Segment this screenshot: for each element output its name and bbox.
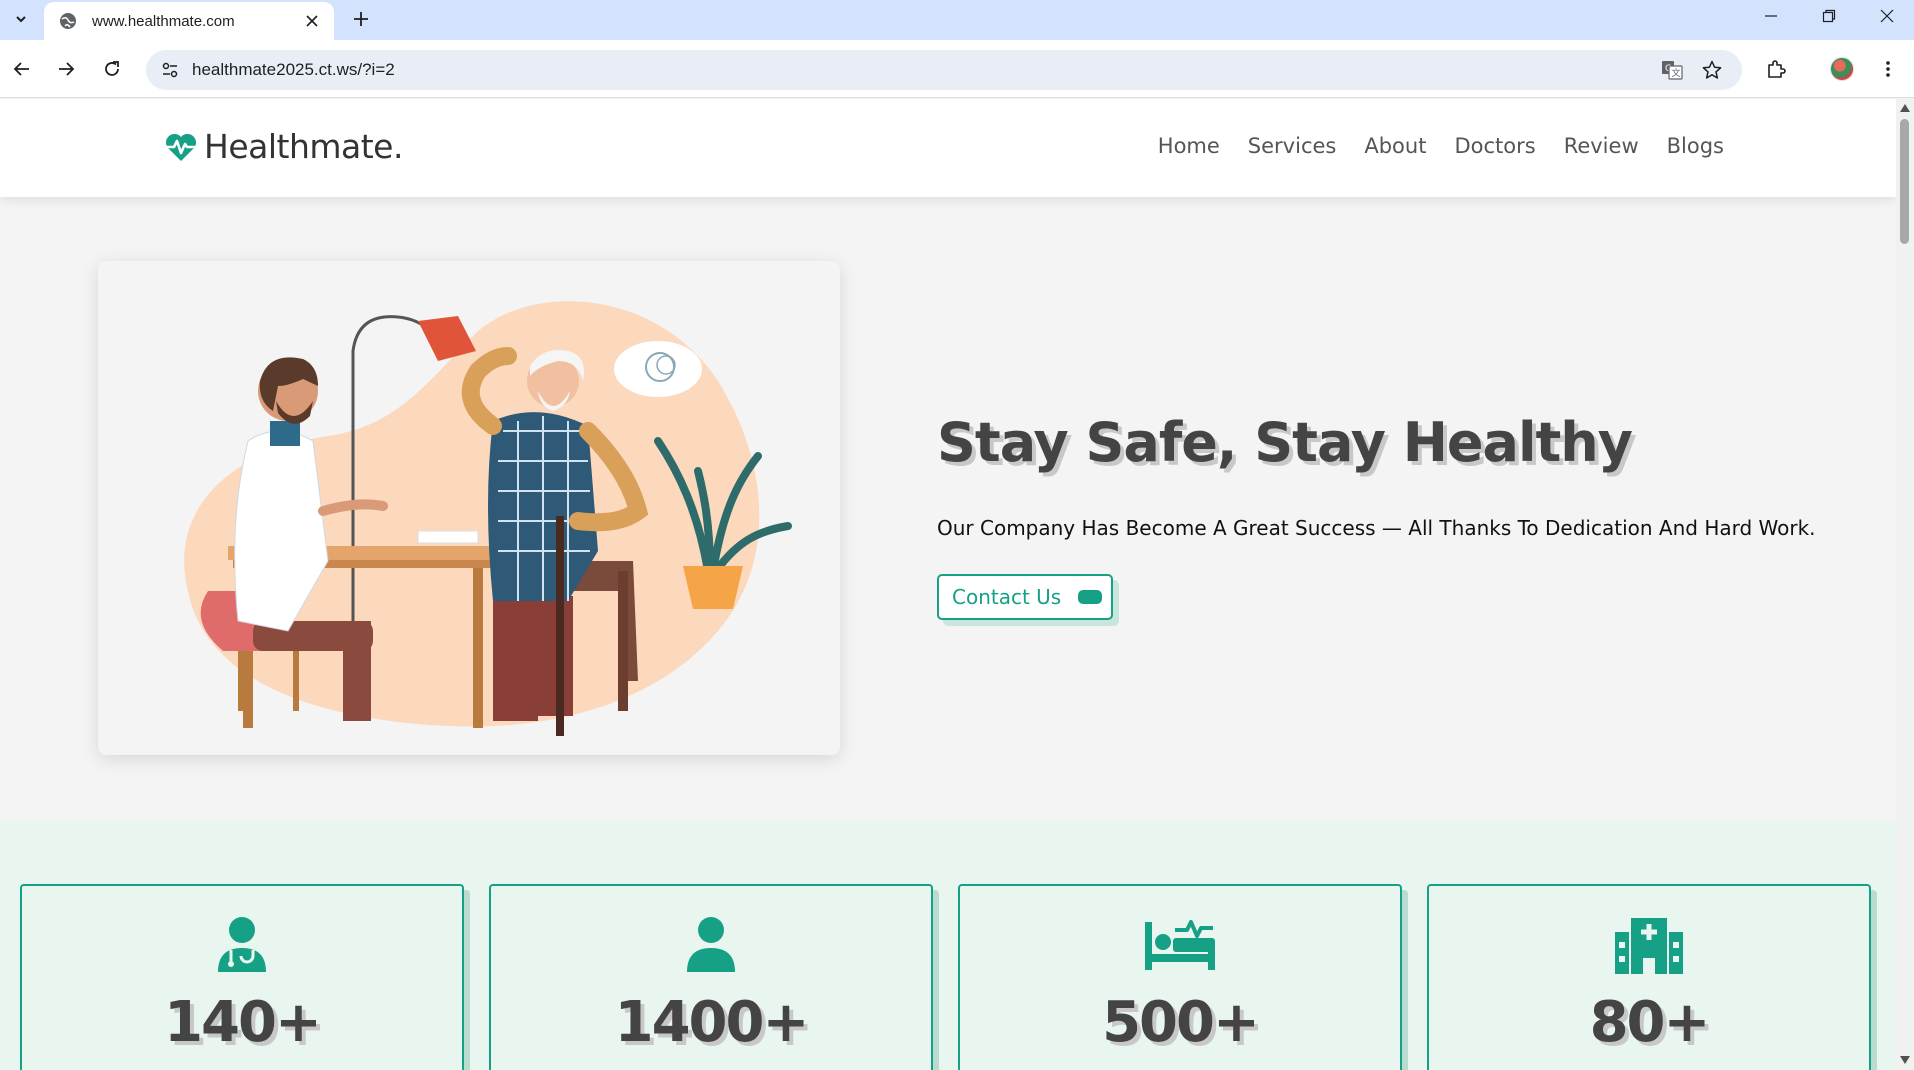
tab-search-icon[interactable] — [6, 4, 36, 34]
hero-subtitle: Our Company Has Become A Great Success —… — [937, 516, 1816, 540]
profile-avatar[interactable] — [1824, 51, 1860, 87]
contact-us-label: Contact Us — [952, 585, 1062, 609]
button-accent-icon — [1078, 590, 1102, 604]
translate-icon[interactable]: G文 — [1658, 56, 1686, 84]
stat-card-doctors: 140+ — [20, 884, 464, 1070]
site-header: Healthmate. Home Services About Doctors … — [0, 99, 1896, 197]
main-nav: Home Services About Doctors Review Blogs — [1158, 134, 1724, 158]
heartbeat-icon — [165, 133, 197, 161]
star-icon[interactable] — [1698, 56, 1726, 84]
minimize-icon[interactable] — [1748, 0, 1794, 32]
window-close-icon[interactable] — [1864, 0, 1910, 32]
restore-icon[interactable] — [1806, 0, 1852, 32]
scrollbar-thumb[interactable] — [1900, 119, 1909, 244]
stat-card-beds: 500+ — [958, 884, 1402, 1070]
kebab-menu-icon[interactable] — [1870, 51, 1906, 87]
forward-icon[interactable] — [48, 51, 84, 87]
stat-value: 80+ — [1589, 990, 1711, 1055]
stat-value: 500+ — [1102, 990, 1260, 1055]
back-icon[interactable] — [4, 51, 40, 87]
contact-us-button[interactable]: Contact Us — [937, 574, 1113, 620]
stats-section: 140+ 1400+ 500+ 80+ — [0, 820, 1896, 1070]
doctor-consultation-illustration — [184, 301, 792, 736]
nav-blogs[interactable]: Blogs — [1667, 134, 1724, 158]
plus-icon[interactable] — [346, 4, 376, 34]
logo-text: Healthmate. — [204, 127, 403, 166]
nav-about[interactable]: About — [1364, 134, 1426, 158]
nav-doctors[interactable]: Doctors — [1454, 134, 1535, 158]
browser-toolbar: healthmate2025.ct.ws/?i=2 G文 — [0, 40, 1914, 98]
page-scrollbar[interactable] — [1896, 99, 1914, 1070]
close-icon[interactable] — [300, 9, 324, 33]
site-info-icon[interactable] — [156, 56, 184, 84]
bed-icon — [960, 916, 1400, 976]
stat-card-patients: 1400+ — [489, 884, 933, 1070]
nav-review[interactable]: Review — [1564, 134, 1639, 158]
reload-icon[interactable] — [94, 51, 130, 87]
hero-title: Stay Safe, Stay Healthy — [937, 411, 1633, 474]
extensions-icon[interactable] — [1758, 51, 1794, 87]
stat-value: 140+ — [164, 990, 322, 1055]
address-bar[interactable]: healthmate2025.ct.ws/?i=2 G文 — [146, 50, 1742, 90]
svg-text:文: 文 — [1672, 67, 1681, 79]
site-logo[interactable]: Healthmate. — [164, 127, 403, 166]
patient-icon — [491, 916, 931, 976]
globe-icon — [58, 11, 78, 31]
scroll-down-icon[interactable] — [1900, 1055, 1910, 1065]
web-page: Healthmate. Home Services About Doctors … — [0, 99, 1896, 1070]
stat-value: 1400+ — [614, 990, 810, 1055]
tab-title: www.healthmate.com — [92, 12, 235, 30]
hero-illustration-card — [98, 261, 840, 755]
stat-card-hospitals: 80+ — [1427, 884, 1871, 1070]
nav-home[interactable]: Home — [1158, 134, 1220, 158]
browser-tab-bar: www.healthmate.com — [0, 0, 1914, 40]
scroll-up-icon[interactable] — [1900, 103, 1910, 113]
url-text[interactable]: healthmate2025.ct.ws/?i=2 — [192, 50, 395, 90]
doctor-icon — [22, 916, 462, 976]
browser-tab[interactable]: www.healthmate.com — [44, 2, 334, 40]
nav-services[interactable]: Services — [1248, 134, 1337, 158]
hospital-icon — [1429, 916, 1869, 976]
